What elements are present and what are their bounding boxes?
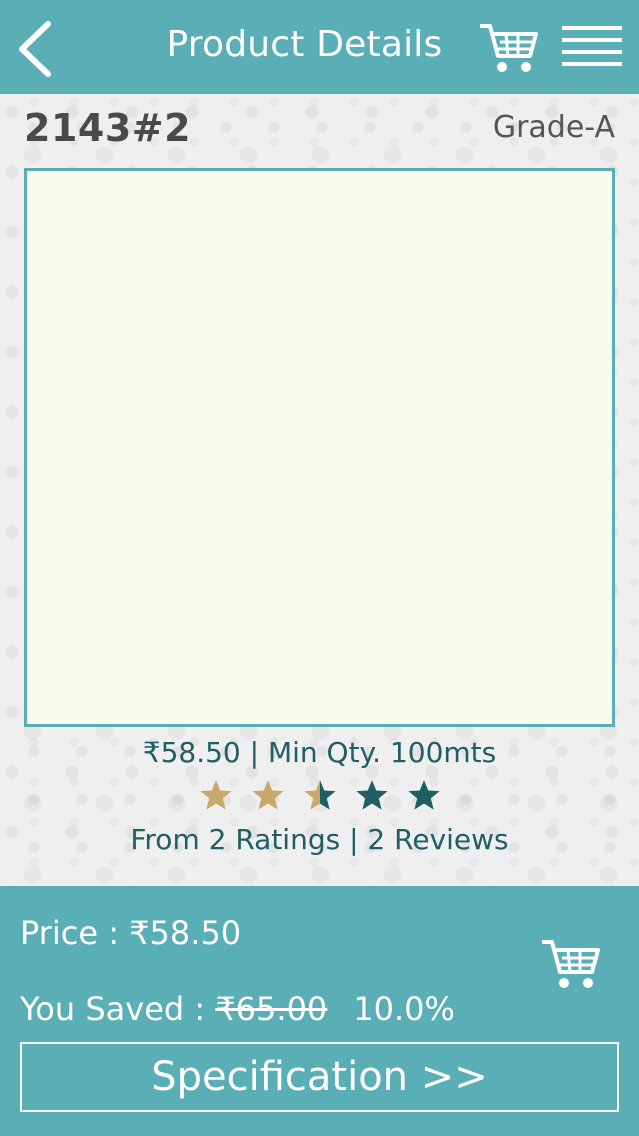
star-half-icon <box>303 780 336 810</box>
saved-text: You Saved : ₹65.00 10.0% <box>20 990 455 1028</box>
cart-icon <box>480 24 538 72</box>
product-grade: Grade-A <box>492 110 615 145</box>
star-icon <box>355 780 388 810</box>
cart-icon <box>542 940 600 988</box>
product-image[interactable] <box>24 168 615 727</box>
star-icon <box>251 780 284 810</box>
price-prefix: Price : <box>20 914 130 952</box>
rating-stars[interactable] <box>0 778 639 812</box>
hamburger-menu-icon <box>562 26 622 66</box>
product-code: 2143#2 <box>24 106 192 150</box>
price-min-qty: ₹58.50 | Min Qty. 100mts <box>142 736 497 769</box>
app-header: Product Details <box>0 0 639 94</box>
saved-prefix: You Saved : <box>20 990 216 1028</box>
price-value: ₹58.50 <box>129 914 242 952</box>
original-price: ₹65.00 <box>215 990 328 1028</box>
star-icon <box>199 780 232 810</box>
price-text: Price : ₹58.50 <box>20 914 241 952</box>
add-to-cart-button[interactable] <box>540 936 602 992</box>
page-title: Product Details <box>166 24 443 65</box>
specification-button[interactable]: Specification >> <box>20 1042 619 1112</box>
star-icon <box>407 780 440 810</box>
menu-button[interactable] <box>562 24 622 68</box>
discount-percent: 10.0% <box>353 990 455 1028</box>
ratings-reviews-link[interactable]: From 2 Ratings | 2 Reviews <box>0 823 639 856</box>
cart-button[interactable] <box>478 20 540 76</box>
